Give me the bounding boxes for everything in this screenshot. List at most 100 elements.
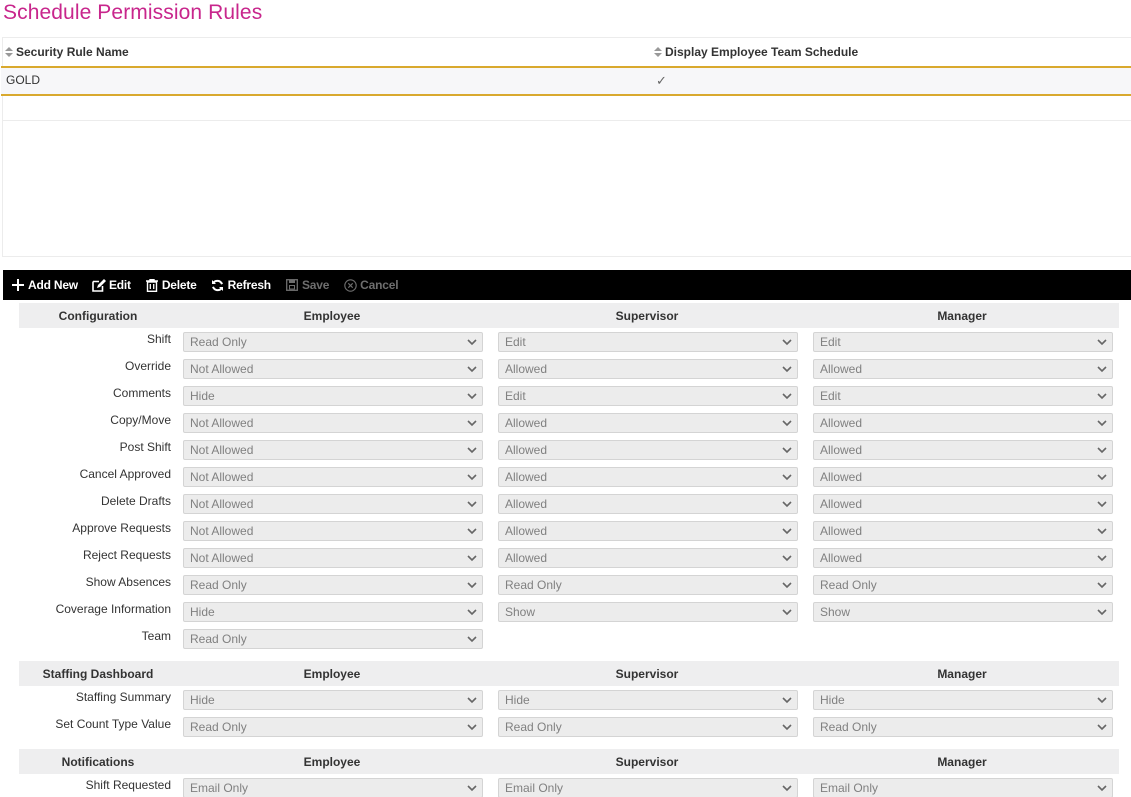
- chevron-down-icon: [467, 528, 477, 535]
- chevron-down-icon: [1097, 528, 1107, 535]
- show-absences-employee-select[interactable]: Read Only: [183, 575, 483, 595]
- delete-drafts-supervisor-select[interactable]: Allowed: [498, 494, 798, 514]
- team-employee-select[interactable]: Read Only: [183, 629, 483, 649]
- column-header-employee: Employee: [303, 666, 361, 681]
- approve-requests-employee-select[interactable]: Not Allowed: [183, 521, 483, 541]
- staffing-summary-manager-select[interactable]: Hide: [813, 690, 1113, 710]
- edit-button[interactable]: Edit: [92, 278, 131, 292]
- select-value: Allowed: [505, 497, 548, 511]
- column-header-security-rule-name[interactable]: Security Rule Name: [5, 45, 129, 59]
- sort-icon: [654, 47, 662, 57]
- copy-move-manager-select[interactable]: Allowed: [813, 413, 1113, 433]
- chevron-down-icon: [1097, 447, 1107, 454]
- select-value: Read Only: [190, 720, 247, 734]
- delete-button[interactable]: Delete: [145, 278, 197, 292]
- staffing-summary-employee-select[interactable]: Hide: [183, 690, 483, 710]
- select-value: Read Only: [190, 632, 247, 646]
- permission-row-set-count-type-value: Set Count Type Value Read Only Read Only…: [19, 713, 1119, 740]
- set-count-type-value-supervisor-select[interactable]: Read Only: [498, 717, 798, 737]
- reject-requests-employee-select[interactable]: Not Allowed: [183, 548, 483, 568]
- permission-row-approve-requests: Approve Requests Not Allowed Allowed All…: [19, 517, 1119, 544]
- shift-requested-manager-select[interactable]: Email Only: [813, 778, 1113, 797]
- override-manager-select[interactable]: Allowed: [813, 359, 1113, 379]
- cancel-button[interactable]: Cancel: [343, 278, 399, 292]
- shift-employee-select[interactable]: Read Only: [183, 332, 483, 352]
- approve-requests-manager-select[interactable]: Allowed: [813, 521, 1113, 541]
- add-new-button[interactable]: Add New: [11, 278, 78, 292]
- shift-requested-supervisor-select[interactable]: Email Only: [498, 778, 798, 797]
- select-value: Allowed: [820, 551, 863, 565]
- column-header-manager: Manager: [937, 754, 987, 769]
- delete-drafts-employee-select[interactable]: Not Allowed: [183, 494, 483, 514]
- column-header-display-employee-team-schedule[interactable]: Display Employee Team Schedule: [654, 45, 858, 59]
- chevron-down-icon: [467, 609, 477, 616]
- select-value: Allowed: [505, 524, 548, 538]
- reject-requests-supervisor-select[interactable]: Allowed: [498, 548, 798, 568]
- show-absences-manager-select[interactable]: Read Only: [813, 575, 1113, 595]
- section-title: Notifications: [61, 754, 135, 769]
- section-header-notifications: Notifications Employee Supervisor Manage…: [19, 749, 1119, 774]
- section-title: Staffing Dashboard: [42, 666, 154, 681]
- select-value: Hide: [505, 693, 530, 707]
- chevron-down-icon: [1097, 366, 1107, 373]
- delete-drafts-manager-select[interactable]: Allowed: [813, 494, 1113, 514]
- set-count-type-value-employee-select[interactable]: Read Only: [183, 717, 483, 737]
- chevron-down-icon: [1097, 697, 1107, 704]
- refresh-icon: [211, 278, 225, 292]
- override-employee-select[interactable]: Not Allowed: [183, 359, 483, 379]
- select-value: Hide: [820, 693, 845, 707]
- select-value: Allowed: [505, 551, 548, 565]
- toolbar: Add New Edit Delete Refresh Save Cancel: [3, 270, 1131, 300]
- permission-label: Cancel Approved: [79, 467, 171, 481]
- cancel-approved-supervisor-select[interactable]: Allowed: [498, 467, 798, 487]
- select-value: Not Allowed: [190, 551, 254, 565]
- cancel-approved-employee-select[interactable]: Not Allowed: [183, 467, 483, 487]
- section-header-configuration: Configuration Employee Supervisor Manage…: [19, 303, 1119, 328]
- staffing-summary-supervisor-select[interactable]: Hide: [498, 690, 798, 710]
- select-value: Email Only: [190, 781, 249, 795]
- shift-manager-select[interactable]: Edit: [813, 332, 1113, 352]
- column-label: Display Employee Team Schedule: [665, 45, 859, 59]
- table-row[interactable]: GOLD ✓: [1, 66, 1131, 96]
- refresh-button[interactable]: Refresh: [211, 278, 271, 292]
- reject-requests-manager-select[interactable]: Allowed: [813, 548, 1113, 568]
- comments-supervisor-select[interactable]: Edit: [498, 386, 798, 406]
- select-value: Read Only: [505, 578, 562, 592]
- shift-requested-employee-select[interactable]: Email Only: [183, 778, 483, 797]
- permission-label: Shift: [146, 332, 171, 346]
- select-value: Not Allowed: [190, 497, 254, 511]
- show-absences-supervisor-select[interactable]: Read Only: [498, 575, 798, 595]
- comments-manager-select[interactable]: Edit: [813, 386, 1113, 406]
- set-count-type-value-manager-select[interactable]: Read Only: [813, 717, 1113, 737]
- chevron-down-icon: [782, 785, 792, 792]
- coverage-information-employee-select[interactable]: Hide: [183, 602, 483, 622]
- permission-row-staffing-summary: Staffing Summary Hide Hide Hide: [19, 686, 1119, 713]
- section-header-staffing-dashboard: Staffing Dashboard Employee Supervisor M…: [19, 661, 1119, 686]
- chevron-down-icon: [782, 393, 792, 400]
- select-value: Show: [820, 605, 851, 619]
- permission-row-override: Override Not Allowed Allowed Allowed: [19, 355, 1119, 382]
- coverage-information-manager-select[interactable]: Show: [813, 602, 1113, 622]
- save-button[interactable]: Save: [285, 278, 329, 292]
- copy-move-employee-select[interactable]: Not Allowed: [183, 413, 483, 433]
- column-header-employee: Employee: [303, 308, 361, 323]
- plus-icon: [11, 278, 25, 292]
- post-shift-supervisor-select[interactable]: Allowed: [498, 440, 798, 460]
- select-value: Edit: [820, 335, 841, 349]
- permission-label: Override: [124, 359, 171, 373]
- chevron-down-icon: [782, 724, 792, 731]
- comments-employee-select[interactable]: Hide: [183, 386, 483, 406]
- permission-row-post-shift: Post Shift Not Allowed Allowed Allowed: [19, 436, 1119, 463]
- permission-row-show-absences: Show Absences Read Only Read Only Read O…: [19, 571, 1119, 598]
- copy-move-supervisor-select[interactable]: Allowed: [498, 413, 798, 433]
- select-value: Not Allowed: [190, 443, 254, 457]
- shift-supervisor-select[interactable]: Edit: [498, 332, 798, 352]
- post-shift-manager-select[interactable]: Allowed: [813, 440, 1113, 460]
- coverage-information-supervisor-select[interactable]: Show: [498, 602, 798, 622]
- post-shift-employee-select[interactable]: Not Allowed: [183, 440, 483, 460]
- chevron-down-icon: [782, 366, 792, 373]
- cancel-approved-manager-select[interactable]: Allowed: [813, 467, 1113, 487]
- approve-requests-supervisor-select[interactable]: Allowed: [498, 521, 798, 541]
- override-supervisor-select[interactable]: Allowed: [498, 359, 798, 379]
- permission-label: Set Count Type Value: [55, 717, 171, 731]
